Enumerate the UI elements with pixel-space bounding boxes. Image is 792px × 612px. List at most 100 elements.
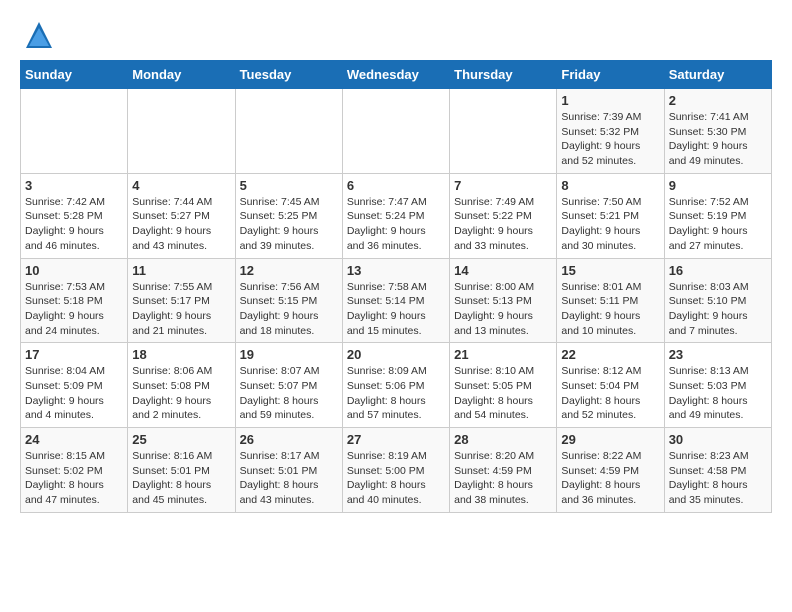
day-number: 10 <box>25 263 123 278</box>
day-info: Sunrise: 7:39 AM Sunset: 5:32 PM Dayligh… <box>561 110 659 169</box>
logo-icon <box>24 20 54 50</box>
day-info: Sunrise: 8:20 AM Sunset: 4:59 PM Dayligh… <box>454 449 552 508</box>
calendar-day-13: 13Sunrise: 7:58 AM Sunset: 5:14 PM Dayli… <box>342 258 449 343</box>
calendar-day-16: 16Sunrise: 8:03 AM Sunset: 5:10 PM Dayli… <box>664 258 771 343</box>
day-info: Sunrise: 7:50 AM Sunset: 5:21 PM Dayligh… <box>561 195 659 254</box>
calendar-week-row: 24 Sunrise: 8:15 AM Sunset: 5:02 PM Dayli… <box>21 428 772 513</box>
day-number: 3 <box>25 178 123 193</box>
weekday-header-wednesday: Wednesday <box>342 61 449 89</box>
calendar-day-28: 28 Sunrise: 8:20 AM Sunset: 4:59 PM Dayli… <box>450 428 557 513</box>
calendar-header-row: SundayMondayTuesdayWednesdayThursdayFrid… <box>21 61 772 89</box>
day-info: Sunrise: 8:15 AM Sunset: 5:02 PM Dayligh… <box>25 449 123 508</box>
calendar-day-12: 12 Sunrise: 7:56 AM Sunset: 5:15 PM Dayli… <box>235 258 342 343</box>
calendar-day-20: 20 Sunrise: 8:09 AM Sunset: 5:06 PM Dayli… <box>342 343 449 428</box>
calendar-day-4: 4Sunrise: 7:44 AM Sunset: 5:27 PM Daylig… <box>128 173 235 258</box>
day-info: Sunrise: 8:12 AM Sunset: 5:04 PM Dayligh… <box>561 364 659 423</box>
day-number: 15 <box>561 263 659 278</box>
calendar-empty <box>21 89 128 174</box>
page-header <box>20 20 772 50</box>
calendar-day-27: 27 Sunrise: 8:19 AM Sunset: 5:00 PM Dayli… <box>342 428 449 513</box>
calendar-week-row: 17 Sunrise: 8:04 AM Sunset: 5:09 PM Dayli… <box>21 343 772 428</box>
day-info: Sunrise: 8:07 AM Sunset: 5:07 PM Dayligh… <box>240 364 338 423</box>
calendar-day-6: 6 Sunrise: 7:47 AM Sunset: 5:24 PM Daylig… <box>342 173 449 258</box>
day-info: Sunrise: 7:42 AM Sunset: 5:28 PM Dayligh… <box>25 195 123 254</box>
day-info: Sunrise: 7:41 AM Sunset: 5:30 PM Dayligh… <box>669 110 767 169</box>
day-info: Sunrise: 7:49 AM Sunset: 5:22 PM Dayligh… <box>454 195 552 254</box>
day-number: 24 <box>25 432 123 447</box>
calendar-day-23: 23Sunrise: 8:13 AM Sunset: 5:03 PM Dayli… <box>664 343 771 428</box>
calendar-empty <box>450 89 557 174</box>
day-number: 5 <box>240 178 338 193</box>
calendar-day-14: 14 Sunrise: 8:00 AM Sunset: 5:13 PM Dayli… <box>450 258 557 343</box>
day-number: 7 <box>454 178 552 193</box>
day-number: 26 <box>240 432 338 447</box>
calendar-day-19: 19 Sunrise: 8:07 AM Sunset: 5:07 PM Dayli… <box>235 343 342 428</box>
day-number: 17 <box>25 347 123 362</box>
weekday-header-saturday: Saturday <box>664 61 771 89</box>
day-number: 28 <box>454 432 552 447</box>
day-info: Sunrise: 8:01 AM Sunset: 5:11 PM Dayligh… <box>561 280 659 339</box>
day-info: Sunrise: 8:04 AM Sunset: 5:09 PM Dayligh… <box>25 364 123 423</box>
day-number: 21 <box>454 347 552 362</box>
calendar-day-15: 15 Sunrise: 8:01 AM Sunset: 5:11 PM Dayli… <box>557 258 664 343</box>
day-number: 30 <box>669 432 767 447</box>
calendar-day-8: 8 Sunrise: 7:50 AM Sunset: 5:21 PM Daylig… <box>557 173 664 258</box>
day-info: Sunrise: 7:53 AM Sunset: 5:18 PM Dayligh… <box>25 280 123 339</box>
day-info: Sunrise: 8:06 AM Sunset: 5:08 PM Dayligh… <box>132 364 230 423</box>
calendar-day-1: 1Sunrise: 7:39 AM Sunset: 5:32 PM Daylig… <box>557 89 664 174</box>
calendar-week-row: 3 Sunrise: 7:42 AM Sunset: 5:28 PM Daylig… <box>21 173 772 258</box>
day-info: Sunrise: 7:52 AM Sunset: 5:19 PM Dayligh… <box>669 195 767 254</box>
day-info: Sunrise: 8:17 AM Sunset: 5:01 PM Dayligh… <box>240 449 338 508</box>
calendar-day-9: 9 Sunrise: 7:52 AM Sunset: 5:19 PM Daylig… <box>664 173 771 258</box>
day-info: Sunrise: 7:45 AM Sunset: 5:25 PM Dayligh… <box>240 195 338 254</box>
calendar-day-7: 7 Sunrise: 7:49 AM Sunset: 5:22 PM Daylig… <box>450 173 557 258</box>
day-info: Sunrise: 8:22 AM Sunset: 4:59 PM Dayligh… <box>561 449 659 508</box>
day-info: Sunrise: 8:09 AM Sunset: 5:06 PM Dayligh… <box>347 364 445 423</box>
weekday-header-sunday: Sunday <box>21 61 128 89</box>
calendar-day-25: 25 Sunrise: 8:16 AM Sunset: 5:01 PM Dayli… <box>128 428 235 513</box>
day-number: 19 <box>240 347 338 362</box>
day-number: 14 <box>454 263 552 278</box>
day-number: 11 <box>132 263 230 278</box>
day-info: Sunrise: 8:10 AM Sunset: 5:05 PM Dayligh… <box>454 364 552 423</box>
calendar-day-18: 18 Sunrise: 8:06 AM Sunset: 5:08 PM Dayli… <box>128 343 235 428</box>
calendar-week-row: 1Sunrise: 7:39 AM Sunset: 5:32 PM Daylig… <box>21 89 772 174</box>
calendar-empty <box>128 89 235 174</box>
weekday-header-thursday: Thursday <box>450 61 557 89</box>
day-number: 8 <box>561 178 659 193</box>
calendar-day-24: 24 Sunrise: 8:15 AM Sunset: 5:02 PM Dayli… <box>21 428 128 513</box>
weekday-header-tuesday: Tuesday <box>235 61 342 89</box>
calendar-day-3: 3 Sunrise: 7:42 AM Sunset: 5:28 PM Daylig… <box>21 173 128 258</box>
day-number: 29 <box>561 432 659 447</box>
day-number: 2 <box>669 93 767 108</box>
weekday-header-monday: Monday <box>128 61 235 89</box>
day-info: Sunrise: 7:55 AM Sunset: 5:17 PM Dayligh… <box>132 280 230 339</box>
calendar-table: SundayMondayTuesdayWednesdayThursdayFrid… <box>20 60 772 513</box>
calendar-day-26: 26 Sunrise: 8:17 AM Sunset: 5:01 PM Dayli… <box>235 428 342 513</box>
calendar-day-2: 2 Sunrise: 7:41 AM Sunset: 5:30 PM Daylig… <box>664 89 771 174</box>
day-info: Sunrise: 7:58 AM Sunset: 5:14 PM Dayligh… <box>347 280 445 339</box>
calendar-empty <box>342 89 449 174</box>
day-number: 22 <box>561 347 659 362</box>
day-number: 6 <box>347 178 445 193</box>
calendar-day-29: 29 Sunrise: 8:22 AM Sunset: 4:59 PM Dayli… <box>557 428 664 513</box>
day-number: 27 <box>347 432 445 447</box>
day-number: 4 <box>132 178 230 193</box>
day-number: 18 <box>132 347 230 362</box>
day-number: 9 <box>669 178 767 193</box>
day-info: Sunrise: 7:47 AM Sunset: 5:24 PM Dayligh… <box>347 195 445 254</box>
calendar-empty <box>235 89 342 174</box>
calendar-day-17: 17 Sunrise: 8:04 AM Sunset: 5:09 PM Dayli… <box>21 343 128 428</box>
day-info: Sunrise: 8:19 AM Sunset: 5:00 PM Dayligh… <box>347 449 445 508</box>
day-info: Sunrise: 8:23 AM Sunset: 4:58 PM Dayligh… <box>669 449 767 508</box>
day-number: 12 <box>240 263 338 278</box>
day-info: Sunrise: 8:16 AM Sunset: 5:01 PM Dayligh… <box>132 449 230 508</box>
calendar-day-22: 22 Sunrise: 8:12 AM Sunset: 5:04 PM Dayli… <box>557 343 664 428</box>
calendar-day-11: 11 Sunrise: 7:55 AM Sunset: 5:17 PM Dayli… <box>128 258 235 343</box>
day-info: Sunrise: 8:00 AM Sunset: 5:13 PM Dayligh… <box>454 280 552 339</box>
day-number: 25 <box>132 432 230 447</box>
day-info: Sunrise: 7:56 AM Sunset: 5:15 PM Dayligh… <box>240 280 338 339</box>
calendar-week-row: 10 Sunrise: 7:53 AM Sunset: 5:18 PM Dayli… <box>21 258 772 343</box>
day-number: 20 <box>347 347 445 362</box>
weekday-header-friday: Friday <box>557 61 664 89</box>
